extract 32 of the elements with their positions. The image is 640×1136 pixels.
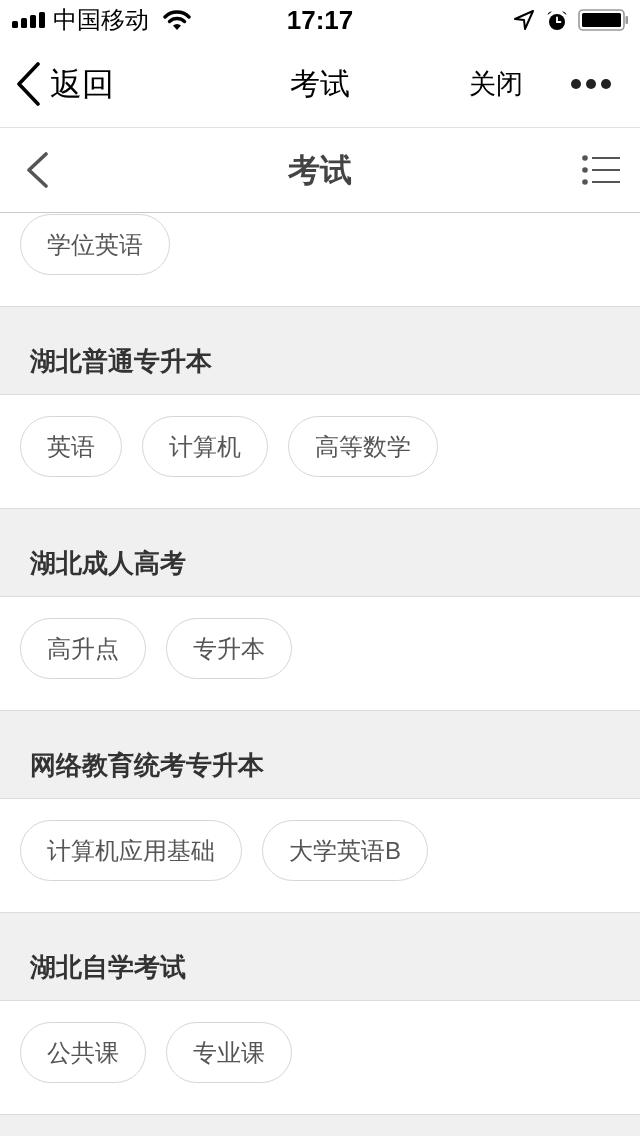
menu-button[interactable] [582, 155, 620, 185]
subject-button[interactable]: 公共课 [20, 1022, 146, 1083]
location-icon [514, 10, 534, 30]
subject-button[interactable]: 高升点 [20, 618, 146, 679]
header-title: 考试 [288, 151, 352, 189]
more-button[interactable] [571, 78, 611, 89]
section-title: 湖北普通专升本 [30, 346, 212, 377]
subject-button[interactable]: 大学英语B [262, 820, 428, 881]
section-title: 湖北成人高考 [30, 548, 186, 579]
close-button[interactable]: 关闭 [469, 66, 523, 101]
back-icon [16, 61, 41, 106]
section-title: 湖北自学考试 [30, 952, 186, 983]
subject-button[interactable]: 专升本 [166, 618, 292, 679]
wifi-icon [163, 10, 191, 30]
signal-icon [12, 12, 45, 28]
page-title: 考试 [290, 65, 350, 102]
more-icon [571, 78, 611, 89]
header-back-button[interactable] [26, 152, 49, 188]
battery-icon [578, 9, 628, 31]
list-icon [582, 155, 620, 185]
carrier-name: 中国移动 [53, 6, 149, 34]
subject-button[interactable]: 计算机 [142, 416, 268, 477]
section-title: 网络教育统考专升本 [30, 750, 264, 781]
alarm-icon [546, 9, 568, 31]
subject-button[interactable]: 英语 [20, 416, 122, 477]
clock-time: 17:17 [286, 5, 354, 35]
subject-button[interactable]: 高等数学 [288, 416, 438, 477]
subject-button[interactable]: 学位英语 [20, 214, 170, 275]
subject-button[interactable]: 专业课 [166, 1022, 292, 1083]
back-icon [26, 152, 49, 188]
subject-button[interactable]: 计算机应用基础 [20, 820, 242, 881]
back-button[interactable]: 返回 [16, 61, 114, 106]
